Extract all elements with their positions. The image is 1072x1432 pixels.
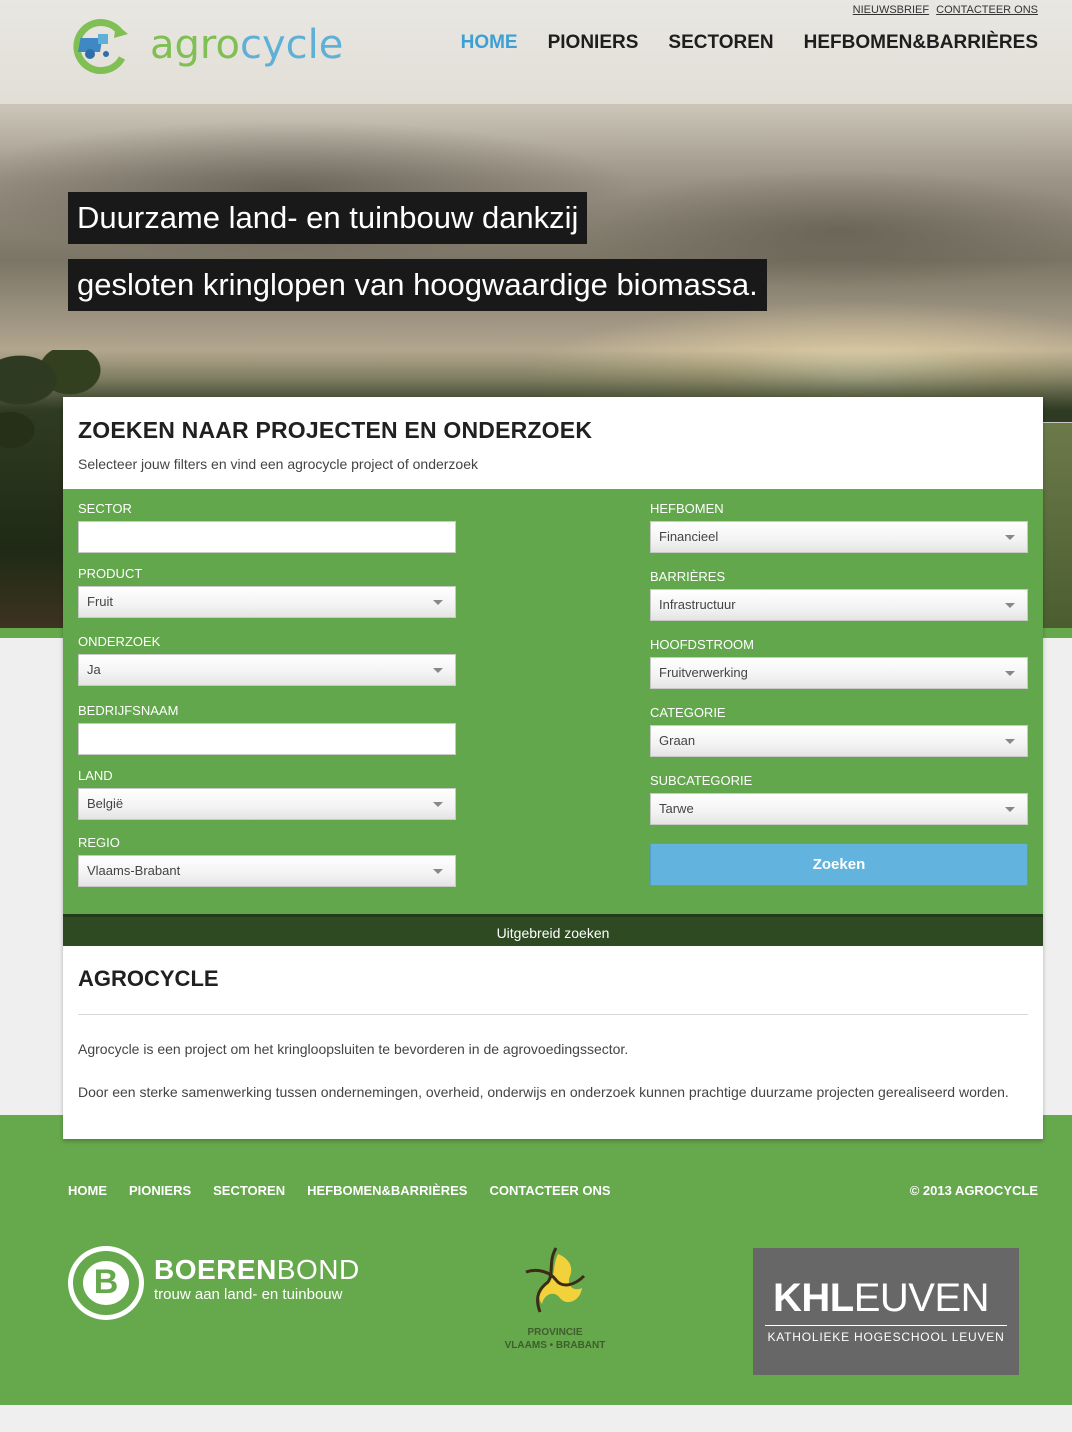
about-section: AGROCYCLE Agrocycle is een project om he… (63, 946, 1043, 1139)
copyright: © 2013 AGROCYCLE (909, 1183, 1038, 1198)
chevron-down-icon (1005, 603, 1015, 608)
onderzoek-value: Ja (87, 662, 101, 677)
sector-input[interactable] (78, 521, 456, 553)
search-panel: ZOEKEN NAAR PROJECTEN EN ONDERZOEK Selec… (63, 397, 1043, 1139)
hero-field (1040, 422, 1072, 628)
hefbomen-label: HEFBOMEN (650, 501, 724, 516)
search-panel-header: ZOEKEN NAAR PROJECTEN EN ONDERZOEK Selec… (63, 397, 1043, 489)
footer-nav-pioniers[interactable]: PIONIERS (129, 1183, 191, 1198)
khleuven-logo[interactable]: KHLEUVEN KATHOLIEKE HOGESCHOOL LEUVEN (753, 1248, 1019, 1375)
barrieres-label: BARRIÈRES (650, 569, 726, 584)
site-logo[interactable]: agrocycle (68, 18, 358, 74)
advanced-search-toggle[interactable]: Uitgebreid zoeken (63, 914, 1043, 946)
nav-home[interactable]: HOME (461, 32, 518, 54)
chevron-down-icon (433, 869, 443, 874)
nav-hefbomen-barrieres[interactable]: HEFBOMEN&BARRIÈRES (804, 32, 1038, 54)
bedrijfsnaam-input[interactable] (78, 723, 456, 755)
recycle-tractor-icon (73, 19, 128, 74)
land-value: België (87, 796, 124, 811)
search-button[interactable]: Zoeken (650, 843, 1028, 886)
land-select[interactable]: België (78, 788, 456, 820)
footer-nav-contact[interactable]: CONTACTEER ONS (489, 1183, 610, 1198)
boerenbond-emblem: B (68, 1246, 144, 1320)
chevron-down-icon (433, 668, 443, 673)
divider (765, 1325, 1007, 1326)
hefbomen-value: Financieel (659, 529, 719, 544)
divider (78, 1014, 1028, 1015)
product-value: Fruit (87, 594, 113, 609)
barrieres-value: Infrastructuur (659, 597, 736, 612)
about-paragraph-1: Agrocycle is een project om het kringloo… (78, 1041, 629, 1057)
utility-links: NIEUWSBRIEF CONTACTEER ONS (849, 4, 1038, 16)
footer-nav-sectoren[interactable]: SECTOREN (213, 1183, 285, 1198)
newsletter-link[interactable]: NIEUWSBRIEF (853, 4, 929, 16)
provincie-emblem-icon (525, 1247, 586, 1313)
subcategorie-select[interactable]: Tarwe (650, 793, 1028, 825)
chevron-down-icon (1005, 671, 1015, 676)
chevron-down-icon (1005, 739, 1015, 744)
hero-tagline-line1: Duurzame land- en tuinbouw dankzij (68, 192, 588, 244)
product-label: PRODUCT (78, 566, 143, 581)
header: agrocycle NIEUWSBRIEF CONTACTEER ONS HOM… (0, 0, 1072, 104)
product-select[interactable]: Fruit (78, 586, 456, 618)
filter-column-right: HEFBOMEN Financieel BARRIÈRES Infrastruc… (650, 501, 1028, 886)
categorie-value: Graan (659, 733, 696, 748)
boerenbond-tagline: trouw aan land- en tuinbouw (154, 1286, 343, 1303)
subcategorie-label: SUBCATEGORIE (650, 773, 753, 788)
provincie-text: PROVINCIE VLAAMS • BRABANT (504, 1327, 606, 1351)
categorie-select[interactable]: Graan (650, 725, 1028, 757)
nav-pioniers[interactable]: PIONIERS (548, 32, 639, 54)
search-title: ZOEKEN NAAR PROJECTEN EN ONDERZOEK (78, 417, 593, 443)
land-label: LAND (78, 768, 113, 783)
regio-label: REGIO (78, 835, 120, 850)
filter-form: SECTOR PRODUCT Fruit ONDERZOEK Ja BEDRIJ… (63, 489, 1043, 914)
filter-column-left: SECTOR PRODUCT Fruit ONDERZOEK Ja BEDRIJ… (78, 501, 456, 887)
footer-nav: HOME PIONIERS SECTOREN HEFBOMEN&BARRIÈRE… (68, 1183, 611, 1198)
hoofdstroom-select[interactable]: Fruitverwerking (650, 657, 1028, 689)
categorie-label: CATEGORIE (650, 705, 726, 720)
barrieres-select[interactable]: Infrastructuur (650, 589, 1028, 621)
onderzoek-label: ONDERZOEK (78, 634, 161, 649)
footer-nav-hefbomen-barrieres[interactable]: HEFBOMEN&BARRIÈRES (307, 1183, 467, 1198)
boerenbond-name: BOERENBOND (154, 1254, 360, 1285)
logo-wordmark: agrocycle (150, 22, 344, 68)
boerenbond-emblem-inner: B (83, 1261, 129, 1305)
contact-link[interactable]: CONTACTEER ONS (936, 4, 1038, 16)
chevron-down-icon (433, 802, 443, 807)
hefbomen-select[interactable]: Financieel (650, 521, 1028, 553)
regio-value: Vlaams-Brabant (87, 863, 181, 878)
sector-label: SECTOR (78, 501, 132, 516)
subcategorie-value: Tarwe (659, 801, 694, 816)
khleuven-subtitle: KATHOLIEKE HOGESCHOOL LEUVEN (767, 1330, 1005, 1344)
search-subtitle: Selecteer jouw filters en vind een agroc… (78, 456, 478, 472)
boerenbond-letter: B (93, 1263, 119, 1301)
about-paragraph-2: Door een sterke samenwerking tussen onde… (78, 1084, 1009, 1100)
nav-sectoren[interactable]: SECTOREN (668, 32, 773, 54)
chevron-down-icon (1005, 535, 1015, 540)
provincie-vlaams-brabant-logo[interactable]: PROVINCIE VLAAMS • BRABANT (500, 1246, 610, 1356)
footer-nav-home[interactable]: HOME (68, 1183, 107, 1198)
chevron-down-icon (1005, 807, 1015, 812)
regio-select[interactable]: Vlaams-Brabant (78, 855, 456, 887)
onderzoek-select[interactable]: Ja (78, 654, 456, 686)
chevron-down-icon (433, 600, 443, 605)
main-nav: HOME PIONIERS SECTOREN HEFBOMEN&BARRIÈRE… (461, 32, 1038, 54)
khleuven-name: KHLEUVEN (773, 1276, 990, 1320)
hoofdstroom-label: HOOFDSTROOM (650, 637, 754, 652)
bedrijfsnaam-label: BEDRIJFSNAAM (78, 703, 179, 718)
hero-tagline-line2: gesloten kringlopen van hoogwaardige bio… (68, 259, 767, 311)
about-title: AGROCYCLE (78, 966, 219, 991)
boerenbond-logo[interactable]: B BOERENBOND trouw aan land- en tuinbouw (68, 1246, 378, 1322)
hoofdstroom-value: Fruitverwerking (659, 665, 748, 680)
